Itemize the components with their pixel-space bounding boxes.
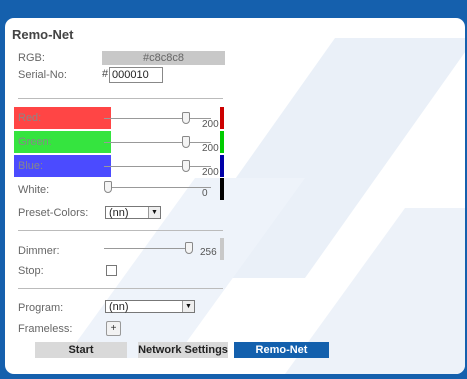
start-button[interactable]: Start: [35, 342, 127, 358]
stop-label: Stop:: [18, 265, 44, 277]
rgb-label: RGB:: [18, 52, 45, 64]
blue-value: 200: [202, 167, 219, 178]
green-slider-knob[interactable]: [181, 136, 190, 148]
slider-track: [104, 142, 211, 143]
serial-prefix: #: [102, 68, 109, 80]
white-slider[interactable]: [104, 181, 211, 195]
plus-icon: +: [110, 323, 117, 334]
chevron-down-icon: ▼: [148, 207, 160, 218]
white-label: White:: [18, 184, 50, 196]
program-label: Program:: [18, 302, 64, 314]
green-label: Green:: [18, 136, 52, 148]
dimmer-slider[interactable]: [104, 242, 193, 256]
serial-input[interactable]: 000010: [109, 67, 163, 83]
slider-track: [104, 248, 193, 249]
logo-watermark-icon: [65, 38, 465, 374]
white-value: 0: [202, 188, 208, 199]
blue-slider[interactable]: [104, 160, 211, 174]
green-color-bar: [220, 131, 224, 153]
remo-net-panel: Remo-Net RGB: #c8c8c8 Serial-No: # 00001…: [5, 18, 465, 374]
dimmer-level-bar: [220, 238, 224, 260]
dimmer-value: 256: [200, 247, 217, 258]
blue-swatch: Blue:: [14, 155, 111, 177]
program-value: (nn): [109, 301, 129, 313]
green-value: 200: [202, 143, 219, 154]
blue-label: Blue:: [18, 160, 44, 172]
divider: [18, 230, 223, 231]
blue-color-bar: [220, 155, 224, 177]
chevron-down-icon: ▼: [182, 301, 194, 312]
preset-colors-value: (nn): [109, 207, 129, 219]
program-select[interactable]: (nn) ▼: [105, 300, 195, 313]
rgb-value: #c8c8c8: [102, 51, 225, 65]
divider: [18, 288, 223, 289]
add-frameless-button[interactable]: +: [106, 321, 121, 336]
green-slider[interactable]: [104, 136, 211, 150]
green-swatch: Green:: [14, 131, 111, 153]
red-label: Red:: [18, 112, 42, 124]
page-title: Remo-Net: [12, 27, 74, 42]
dimmer-slider-knob[interactable]: [185, 242, 193, 254]
red-slider[interactable]: [104, 112, 211, 126]
white-slider-knob[interactable]: [104, 181, 112, 193]
preset-colors-select[interactable]: (nn) ▼: [105, 206, 161, 219]
red-swatch: Red:: [14, 107, 111, 129]
white-color-bar: [220, 178, 224, 200]
slider-track: [104, 187, 211, 188]
divider: [18, 98, 223, 99]
network-settings-button[interactable]: Network Settings: [138, 342, 228, 358]
remo-net-tab-button[interactable]: Remo-Net: [234, 342, 329, 358]
red-value: 200: [202, 119, 219, 130]
preset-colors-label: Preset-Colors:: [18, 207, 89, 219]
dimmer-label: Dimmer:: [18, 245, 60, 257]
serial-label: Serial-No:: [18, 69, 67, 81]
red-slider-knob[interactable]: [181, 112, 190, 124]
blue-slider-knob[interactable]: [181, 160, 190, 172]
slider-track: [104, 118, 211, 119]
frameless-label: Frameless:: [18, 323, 73, 335]
slider-track: [104, 166, 211, 167]
red-color-bar: [220, 107, 224, 129]
stop-checkbox[interactable]: [106, 265, 117, 276]
